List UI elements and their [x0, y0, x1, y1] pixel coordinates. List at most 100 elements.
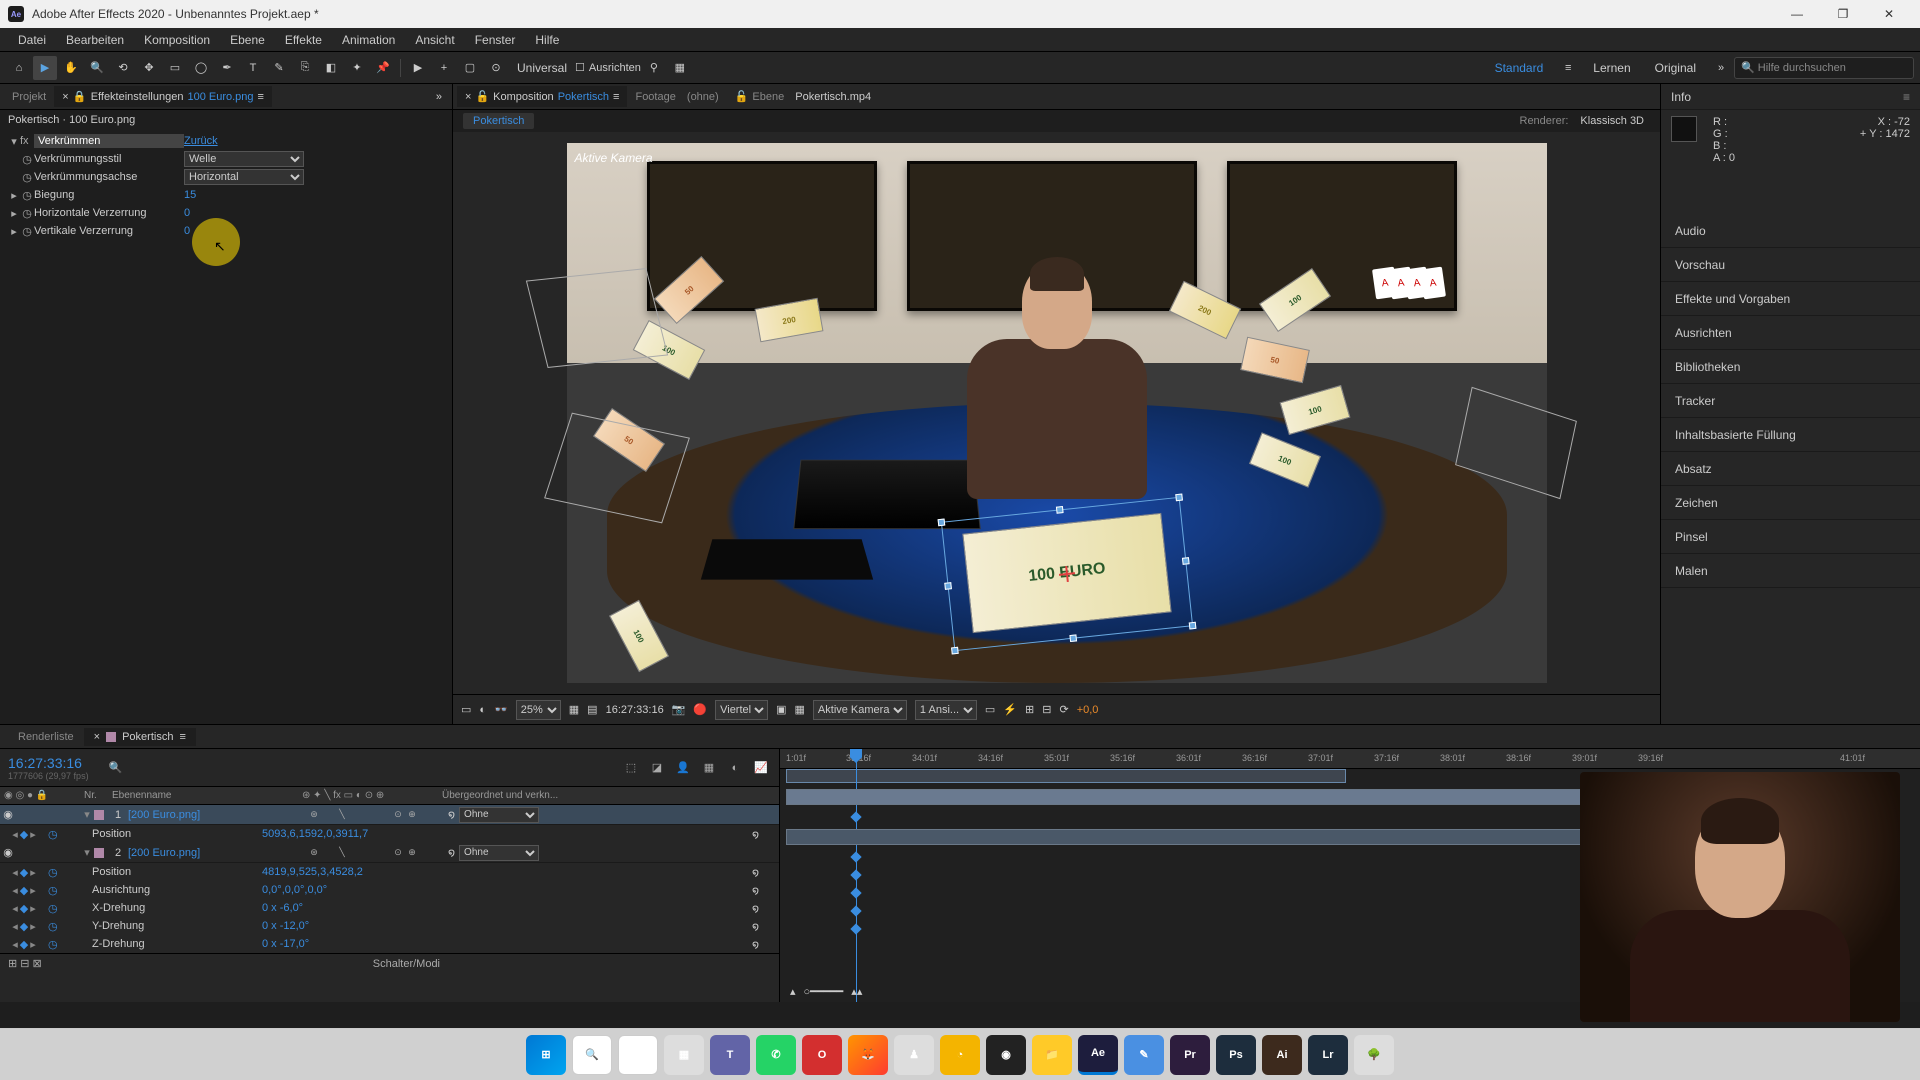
prop-vverz-val[interactable]: 0: [184, 225, 190, 237]
puppet-tool-icon[interactable]: 📌: [371, 56, 395, 80]
tab-renderliste[interactable]: Renderliste: [8, 728, 84, 746]
snapshot-icon[interactable]: 📷: [672, 703, 686, 716]
panel-inhaltsfuellung[interactable]: Inhaltsbasierte Füllung: [1661, 418, 1920, 452]
world-axis-icon[interactable]: +: [432, 56, 456, 80]
whatsapp-icon[interactable]: ✆: [756, 1035, 796, 1075]
menu-ansicht[interactable]: Ansicht: [405, 28, 464, 52]
keyframe[interactable]: [850, 869, 861, 880]
pickwhip-icon[interactable]: ໑: [752, 828, 759, 841]
panel-menu-icon[interactable]: ≡: [1903, 90, 1910, 104]
flowchart-icon[interactable]: ⊟: [1042, 703, 1051, 716]
resolution-select[interactable]: Viertel: [715, 700, 768, 720]
close-tab-icon[interactable]: ×: [62, 91, 68, 103]
parent-select[interactable]: Ohne: [459, 807, 539, 823]
stopwatch-icon[interactable]: ◷: [20, 153, 34, 166]
panel-tracker[interactable]: Tracker: [1661, 384, 1920, 418]
fx-badge-icon[interactable]: fx: [20, 135, 34, 147]
panel-effekte-vorgaben[interactable]: Effekte und Vorgaben: [1661, 282, 1920, 316]
timeline-search[interactable]: 🔍: [109, 761, 123, 774]
prop-achse-select[interactable]: Horizontal: [184, 169, 304, 185]
menu-ebene[interactable]: Ebene: [220, 28, 275, 52]
layer-row[interactable]: ◉ ▾ 1 [200 Euro.png] ⊛╲⊙⊕ ໑ Ohne: [0, 805, 779, 825]
panel-ausrichten[interactable]: Ausrichten: [1661, 316, 1920, 350]
twirl-icon[interactable]: ▾: [8, 135, 20, 148]
twirl-icon[interactable]: ▸: [8, 189, 20, 202]
workspace-menu-icon[interactable]: ≡: [1556, 56, 1580, 80]
visibility-toggle[interactable]: ◉: [0, 808, 16, 821]
grid-icon[interactable]: ▦: [569, 703, 579, 716]
editor-icon[interactable]: ✎: [1124, 1035, 1164, 1075]
rect-tool-icon[interactable]: ▭: [163, 56, 187, 80]
pixel-aspect-icon[interactable]: ▭: [985, 703, 995, 716]
time-ruler[interactable]: 1:01f 33:16f 34:01f 34:16f 35:01f 35:16f…: [780, 749, 1920, 769]
keyframe[interactable]: [850, 887, 861, 898]
close-tab-icon[interactable]: ×: [465, 91, 471, 103]
effect-reset[interactable]: Zurück: [184, 135, 218, 147]
twirl-icon[interactable]: ▸: [8, 207, 20, 220]
type-tool-icon[interactable]: T: [241, 56, 265, 80]
taskbar-search-icon[interactable]: 🔍: [572, 1035, 612, 1075]
effect-name[interactable]: Verkrümmen: [34, 134, 184, 148]
prop-hverz-val[interactable]: 0: [184, 207, 190, 219]
workspace-lernen[interactable]: Lernen: [1581, 57, 1642, 79]
panel-malen[interactable]: Malen: [1661, 554, 1920, 588]
after-effects-icon[interactable]: Ae: [1078, 1035, 1118, 1075]
timecode-display[interactable]: 16:27:33:16: [606, 704, 664, 716]
home-icon[interactable]: ⌂: [7, 56, 31, 80]
stopwatch-icon[interactable]: ◷: [20, 225, 34, 238]
teams-icon[interactable]: T: [710, 1035, 750, 1075]
shy-icon[interactable]: 👤: [673, 758, 693, 778]
app-icon[interactable]: ♟: [894, 1035, 934, 1075]
photoshop-icon[interactable]: Ps: [1216, 1035, 1256, 1075]
lock-icon[interactable]: 🔓: [475, 90, 489, 103]
close-button[interactable]: ✕: [1866, 0, 1912, 28]
opera-icon[interactable]: O: [802, 1035, 842, 1075]
snap-opts2-icon[interactable]: ▦: [668, 56, 692, 80]
illustrator-icon[interactable]: Ai: [1262, 1035, 1302, 1075]
menu-effekte[interactable]: Effekte: [275, 28, 332, 52]
timeline-icon[interactable]: ⊞: [1025, 703, 1034, 716]
keyframe[interactable]: [850, 905, 861, 916]
menu-komposition[interactable]: Komposition: [134, 28, 220, 52]
menu-bearbeiten[interactable]: Bearbeiten: [56, 28, 134, 52]
channels-icon[interactable]: 🔴: [693, 703, 707, 716]
prop-position-val[interactable]: 5093,6,1592,0,3911,7: [262, 828, 368, 840]
panel-absatz[interactable]: Absatz: [1661, 452, 1920, 486]
maximize-button[interactable]: ❐: [1820, 0, 1866, 28]
mask-mode-icon[interactable]: ▭: [461, 703, 471, 716]
menu-animation[interactable]: Animation: [332, 28, 405, 52]
pen-tool-icon[interactable]: ✒: [215, 56, 239, 80]
layer-row[interactable]: ◉ ▾ 2 [200 Euro.png] ⊛╲⊙⊕ ໑ Ohne: [0, 843, 779, 863]
panel-bibliotheken[interactable]: Bibliotheken: [1661, 350, 1920, 384]
keyframe[interactable]: [850, 811, 861, 822]
renderer-value[interactable]: Klassisch 3D: [1574, 113, 1650, 129]
selection-tool-icon[interactable]: ▶: [33, 56, 57, 80]
fast-preview-icon[interactable]: ⚡: [1003, 703, 1017, 716]
snap-toggle[interactable]: ☐ Ausrichten: [575, 61, 641, 74]
layer-name[interactable]: [200 Euro.png]: [128, 809, 308, 821]
graph-editor-icon[interactable]: 📈: [751, 758, 771, 778]
motion-blur-icon[interactable]: ◐: [725, 758, 745, 778]
panel-zeichen[interactable]: Zeichen: [1661, 486, 1920, 520]
panel-menu-icon[interactable]: ≡: [613, 91, 619, 103]
menu-datei[interactable]: Datei: [8, 28, 56, 52]
composition-viewer[interactable]: Aktive Kamera AAAA 50: [453, 132, 1660, 694]
zoom-select[interactable]: 25%: [516, 700, 561, 720]
transparency-icon[interactable]: ▦: [795, 703, 805, 716]
anchor-point-icon[interactable]: [1058, 565, 1076, 583]
anchor-icon[interactable]: ⊙: [484, 56, 508, 80]
menu-hilfe[interactable]: Hilfe: [525, 28, 569, 52]
tab-comp-pokertisch[interactable]: × Pokertisch ≡: [84, 728, 196, 746]
toggle-switches-icon[interactable]: ⊞ ⊟ ⊠: [8, 957, 42, 970]
panel-vorschau[interactable]: Vorschau: [1661, 248, 1920, 282]
workspace-overflow-icon[interactable]: »: [1709, 56, 1733, 80]
switches-modes-toggle[interactable]: Schalter/Modi: [373, 958, 440, 970]
explorer-icon[interactable]: 📁: [1032, 1035, 1072, 1075]
menu-fenster[interactable]: Fenster: [465, 28, 526, 52]
roi-icon[interactable]: ▣: [776, 703, 786, 716]
close-tab-icon[interactable]: ×: [94, 731, 100, 743]
keyframe[interactable]: [850, 923, 861, 934]
universal-label[interactable]: Universal: [509, 61, 575, 75]
brush-tool-icon[interactable]: ✎: [267, 56, 291, 80]
twirl-icon[interactable]: ▸: [8, 225, 20, 238]
